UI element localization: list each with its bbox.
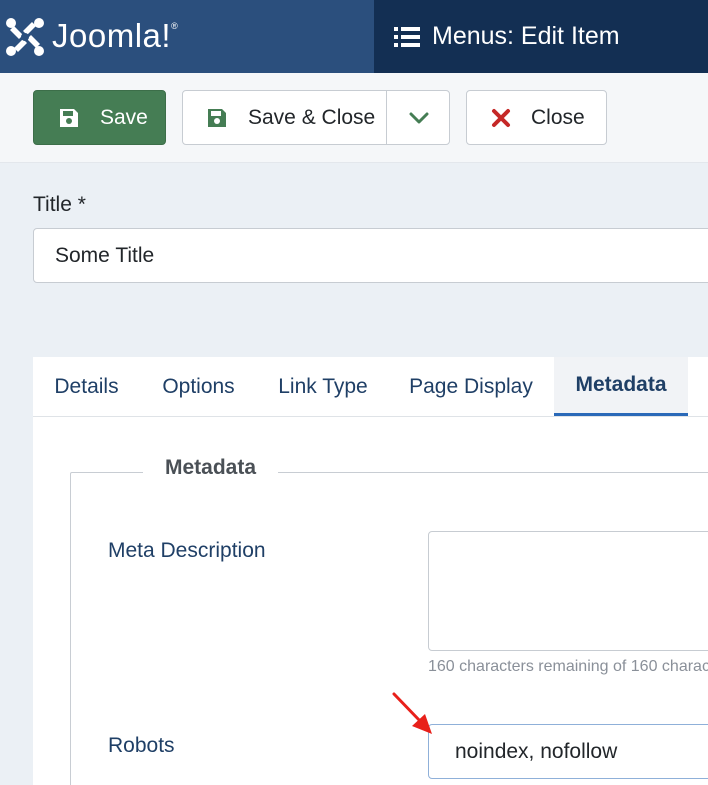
- tab-link-type[interactable]: Link Type: [257, 357, 389, 417]
- chevron-down-icon: [409, 112, 428, 123]
- list-icon: [394, 26, 420, 47]
- tab-metadata[interactable]: Metadata: [554, 357, 688, 416]
- save-options-dropdown-toggle[interactable]: [387, 91, 450, 144]
- save-label: Save: [100, 105, 148, 129]
- app-header: Joomla!® Menus: Edit Item: [0, 0, 708, 73]
- tab-page-display[interactable]: Page Display: [389, 357, 553, 417]
- page-title-area: Menus: Edit Item: [374, 0, 620, 73]
- tab-options[interactable]: Options: [140, 357, 257, 417]
- logo-text: Joomla!®: [52, 16, 179, 54]
- meta-description-textarea[interactable]: [428, 531, 708, 651]
- logo-area[interactable]: Joomla!®: [0, 0, 374, 73]
- x-icon: [492, 108, 510, 127]
- tab-bar: Details Options Link Type Page Display M…: [33, 357, 708, 417]
- title-input[interactable]: Some Title: [33, 228, 708, 283]
- page-title: Menus: Edit Item: [432, 22, 620, 50]
- title-label: Title *: [33, 193, 86, 216]
- save-and-close-button[interactable]: Save & Close: [182, 90, 450, 145]
- meta-description-label: Meta Description: [108, 539, 266, 562]
- floppy-disk-icon: [208, 108, 226, 127]
- robots-select[interactable]: noindex, nofollow: [428, 724, 708, 779]
- char-count-hint: 160 characters remaining of 160 characte…: [428, 658, 708, 675]
- annotation-arrow-icon: [392, 692, 432, 734]
- tabs-panel: Details Options Link Type Page Display M…: [33, 357, 708, 785]
- fieldset-legend: Metadata: [143, 456, 279, 480]
- tab-details[interactable]: Details: [33, 357, 140, 417]
- toolbar: Save Save & Close Close: [0, 73, 708, 163]
- close-button[interactable]: Close: [466, 90, 607, 145]
- save-button[interactable]: Save: [33, 90, 166, 145]
- close-label: Close: [531, 105, 585, 129]
- joomla-logo-icon: [6, 17, 44, 56]
- robots-label: Robots: [108, 734, 175, 757]
- floppy-disk-icon: [60, 108, 78, 127]
- save-and-close-label: Save & Close: [248, 105, 376, 129]
